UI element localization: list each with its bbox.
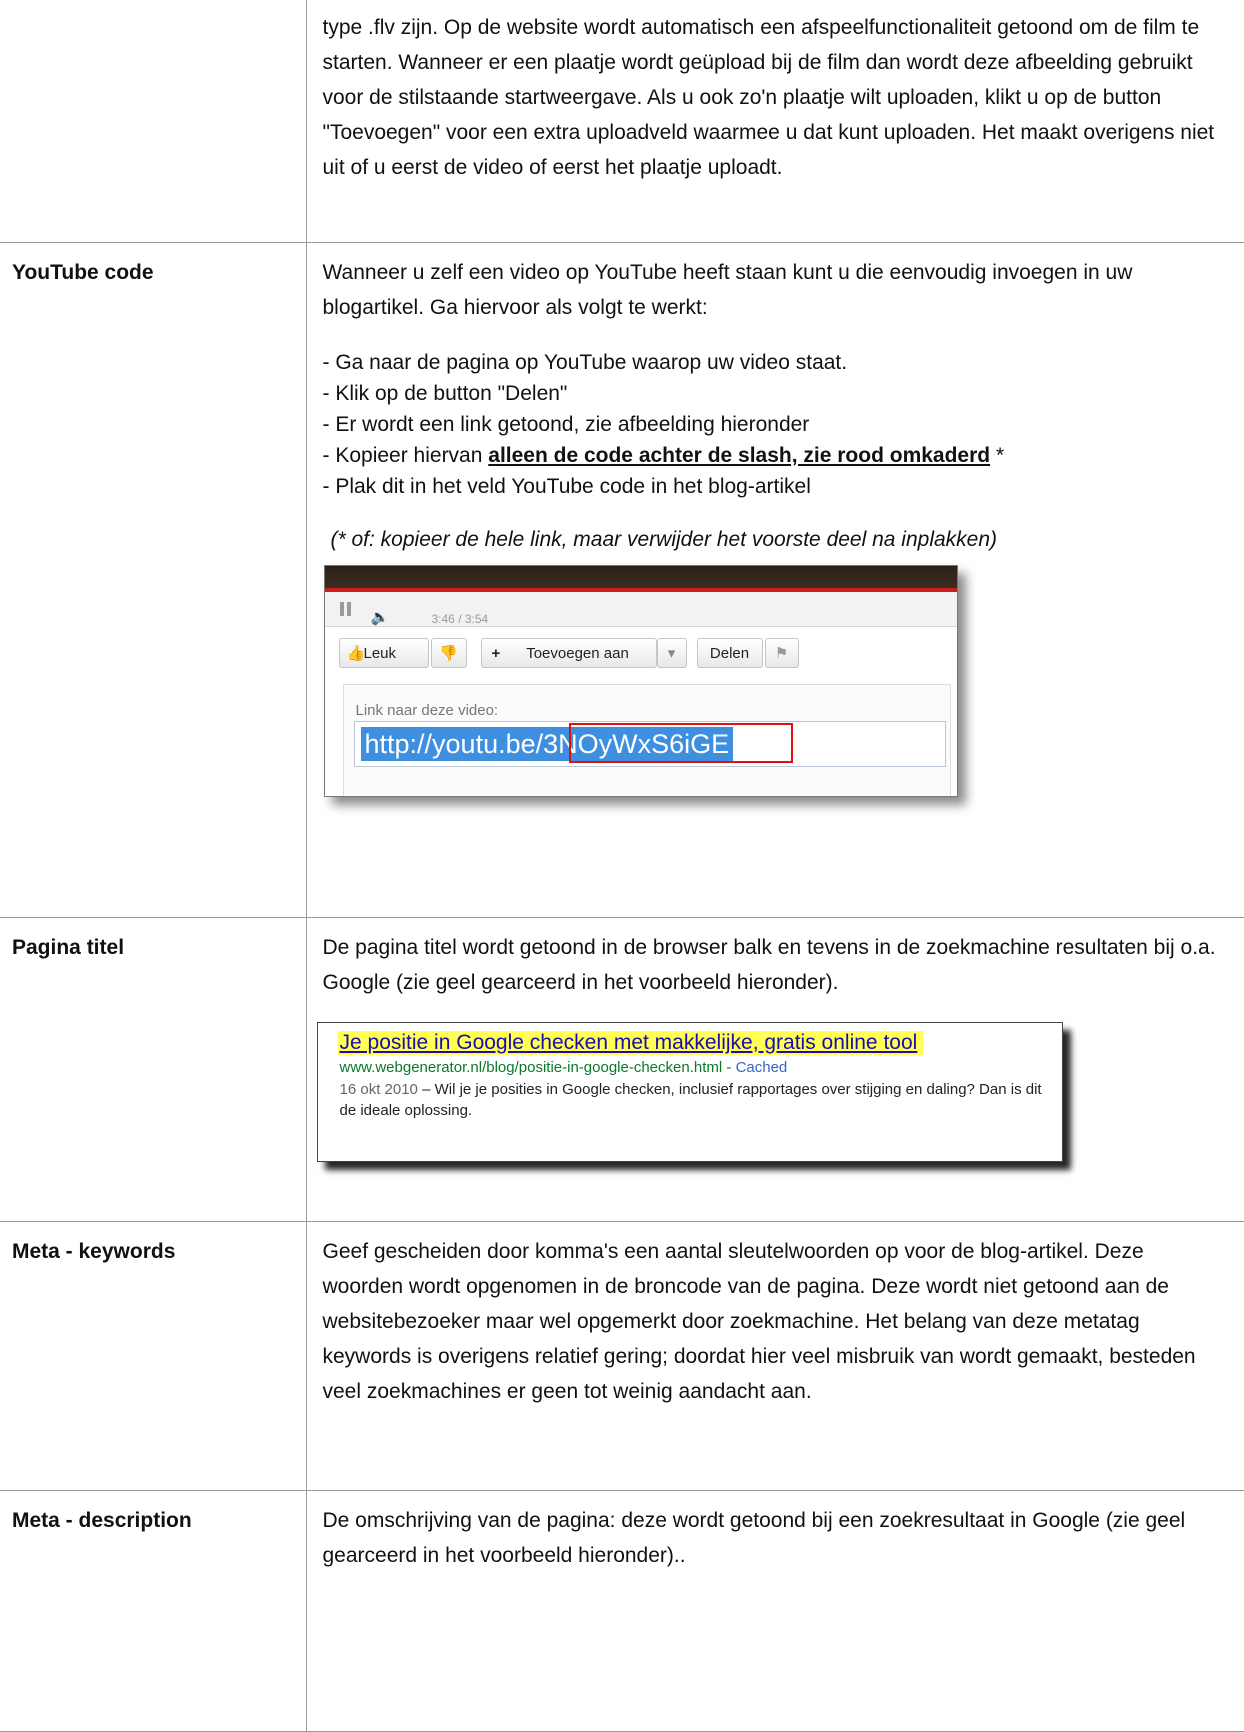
snippet-text: – Wil je je posities in Google checken, …: [339, 1080, 1042, 1119]
step4-emphasis: alleen de code achter de slash, zie rood…: [488, 443, 991, 467]
youtube-player-frame: 🔈 3:46 / 3:54 👍 Leuk 👎 + Toevoegen aan ▾…: [323, 564, 958, 797]
table-row-page-title: Pagina titel De pagina titel wordt getoo…: [0, 916, 1244, 1222]
thumbs-down-icon: 👎: [439, 644, 458, 662]
step4-prefix: - Kopieer hiervan: [322, 443, 489, 467]
search-result-title: Je positie in Google checken met makkeli…: [337, 1030, 924, 1055]
search-result-url: www.webgenerator.nl/blog/positie-in-goog…: [339, 1058, 788, 1076]
meta-keywords-paragraph: Geef gescheiden door komma's een aantal …: [322, 1239, 1196, 1403]
video-paragraph: type .flv zijn. Op de website wordt auto…: [322, 16, 1215, 179]
step4-suffix: *: [990, 443, 1005, 467]
list-item: - Kopieer hiervan alleen de code achter …: [323, 440, 1225, 471]
add-to-label: Toevoegen aan: [526, 644, 629, 662]
flag-button: ⚑: [764, 637, 799, 668]
youtube-note: (* of: kopieer de hele link, maar verwij…: [330, 527, 998, 551]
list-item: - Plak dit in het veld YouTube code in h…: [322, 474, 811, 498]
plus-icon: +: [491, 644, 501, 662]
row-content-meta-keywords: Geef gescheiden door komma's een aantal …: [305, 1220, 1244, 1491]
volume-icon: 🔈: [370, 608, 390, 626]
share-link-panel: Link naar deze video: http://youtu.be/3N…: [342, 683, 951, 796]
action-buttons: 👍 Leuk 👎 + Toevoegen aan ▾ Delen ⚑: [325, 637, 957, 674]
table-row-meta-keywords: Meta - keywords Geef gescheiden door kom…: [0, 1220, 1244, 1491]
table-row-video-continuation: type .flv zijn. Op de website wordt auto…: [0, 0, 1244, 243]
google-result-frame: Je positie in Google checken met makkeli…: [316, 1021, 1063, 1162]
youtube-steps-list: - Ga naar de pagina op YouTube waarop uw…: [323, 347, 1225, 502]
row-label-empty: [0, 0, 307, 243]
share-label: Delen: [709, 644, 750, 662]
like-button: 👍 Leuk: [338, 637, 429, 668]
thumbs-up-icon: 👍: [346, 644, 366, 662]
url-prefix: http://youtu.be/: [364, 728, 544, 759]
row-content-page-title: De pagina titel wordt getoond in de brow…: [305, 916, 1244, 1222]
pause-icon: [339, 601, 353, 616]
url-text: www.webgenerator.nl/blog/positie-in-goog…: [339, 1058, 723, 1076]
row-label-meta-keywords: Meta - keywords: [0, 1220, 307, 1491]
row-label-page-title: Pagina titel: [0, 916, 307, 1222]
player-controls: 🔈 3:46 / 3:54: [324, 591, 957, 627]
row-label-meta-description: Meta - description: [0, 1489, 307, 1732]
page-title-paragraph: De pagina titel wordt getoond in de brow…: [322, 935, 1216, 994]
time-display: 3:46 / 3:54: [431, 611, 489, 626]
video-area: [324, 565, 957, 588]
flag-icon: ⚑: [774, 644, 789, 662]
share-button: Delen: [696, 637, 763, 668]
code-highlight-box: [568, 722, 793, 763]
row-content-meta-description: De omschrijving van de pagina: deze word…: [305, 1489, 1244, 1732]
google-result-screenshot: Je positie in Google checken met makkeli…: [316, 1021, 1077, 1172]
meta-description-paragraph: De omschrijving van de pagina: deze word…: [322, 1508, 1186, 1567]
row-label-youtube-code: YouTube code: [0, 241, 307, 918]
add-to-button: + Toevoegen aan: [480, 637, 657, 668]
share-url-field: http://youtu.be/3NOyWxS6iGE: [353, 720, 946, 767]
list-item: - Klik op de button "Delen": [322, 381, 568, 405]
add-to-dropdown-button: ▾: [656, 637, 687, 668]
youtube-share-screenshot: 🔈 3:46 / 3:54 👍 Leuk 👎 + Toevoegen aan ▾…: [323, 564, 974, 813]
table-row-meta-description: Meta - description De omschrijving van d…: [0, 1489, 1244, 1732]
cached-link: Cached: [735, 1058, 788, 1076]
field-description-table: type .flv zijn. Op de website wordt auto…: [0, 0, 1244, 1732]
row-content-video: type .flv zijn. Op de website wordt auto…: [305, 0, 1244, 243]
row-content-youtube-code: Wanneer u zelf een video op YouTube heef…: [305, 241, 1244, 918]
list-item: - Ga naar de pagina op YouTube waarop uw…: [322, 350, 848, 374]
snippet-date: 16 okt 2010: [339, 1080, 418, 1098]
dislike-button: 👎: [430, 637, 467, 668]
like-label: Leuk: [363, 644, 397, 662]
table-row-youtube-code: YouTube code Wanneer u zelf een video op…: [0, 241, 1244, 918]
youtube-intro: Wanneer u zelf een video op YouTube heef…: [322, 260, 1133, 319]
list-item: - Er wordt een link getoond, zie afbeeld…: [322, 412, 810, 436]
search-result-snippet: 16 okt 2010 – Wil je je posities in Goog…: [340, 1079, 1050, 1121]
chevron-down-icon: ▾: [667, 644, 676, 662]
